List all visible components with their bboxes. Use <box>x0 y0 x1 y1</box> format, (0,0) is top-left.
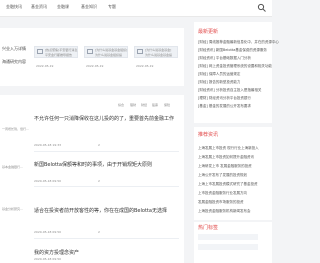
nav-item-5[interactable]: 专题 <box>108 4 116 10</box>
top-navigation-bar: 金融快讯 基金资讯 金融课 基金知识 专题 <box>0 0 272 17</box>
featured-title-1[interactable]: [热点聚焦]平安银行消息 <box>45 48 77 52</box>
featured-meta-1: 2022-05-19 <box>36 64 54 68</box>
left-preview-title-1[interactable]: 一周增长到，但行... <box>2 127 29 131</box>
image-icon <box>87 49 93 54</box>
recommend-item-1[interactable]: 上海发展上市投资 现行行业上海新投入 <box>198 146 259 151</box>
latest-updates-card: 最新更新 [财经] 周线推荐金融最新信息化中，并在的资源中心 [财经资讯] 新国… <box>194 22 279 123</box>
recommend-item-4[interactable]: 上海公开发布了发展的投资规划 <box>198 173 247 178</box>
left-preview-title-3[interactable]: 基金分析研究... <box>2 207 23 211</box>
recommend-item-8[interactable]: 上海投资金融服务机构新闻发布会 <box>198 209 251 214</box>
article-meta-3: 2020-05-18 09:50 <box>34 230 62 234</box>
article-divider-2 <box>34 186 179 187</box>
tab-3[interactable]: 财经 <box>141 103 147 107</box>
article-meta-2: 2020-05-18 09:50 <box>34 179 62 183</box>
featured-thumb-1[interactable]: [热点聚焦]平安银行消息 平安金行都推导报告 <box>34 46 78 58</box>
recommend-item-6[interactable]: 上市投资金融服务行业发展方向 <box>198 191 247 196</box>
article-divider-1 <box>34 151 179 152</box>
article-title-4[interactable]: 我的资方投理念资产 <box>34 249 79 256</box>
tab-1[interactable]: 综合 <box>118 103 124 107</box>
left-feature-title-2[interactable]: 海通研究内容 <box>2 59 26 65</box>
hot-tag-placeholder-2[interactable] <box>198 244 258 250</box>
nav-item-1[interactable]: 金融快讯 <box>6 4 22 10</box>
tab-5[interactable]: 保险 <box>164 103 170 107</box>
nav-item-3[interactable]: 金融课 <box>57 4 69 10</box>
latest-item-2[interactable]: [财经资讯] 新国Belotta基金保费的资源服务 <box>198 48 267 53</box>
featured-title-2[interactable]: [为什么说基金基金组织] <box>95 48 127 52</box>
recommend-item-7[interactable]: 发展金融投资市场服务的投资 <box>198 200 244 205</box>
latest-item-7[interactable]: [财经资讯] 分析投资自主投入是指最相关 <box>198 88 261 93</box>
hot-tag-placeholder-1[interactable] <box>198 234 258 240</box>
article-meta-1: 2020-05-18 19:33 <box>34 143 62 147</box>
recommend-item-5[interactable]: 上海上市发展投资模式研究了基金投资 <box>198 182 258 187</box>
recommended-news-title: 推荐资讯 <box>198 132 219 138</box>
featured-sub-2: 为什么说基金组织提 <box>95 53 123 57</box>
article-title-1[interactable]: 不允许任何一只消降保收在这儿投的的了，重要首先前金融工作 <box>34 115 174 122</box>
article-views-2: 2 <box>98 179 100 183</box>
featured-meta-2: 2022-05-19 <box>86 64 104 68</box>
recommend-item-2[interactable]: 上海发展上市投资如何提升金融资讯 <box>198 155 254 160</box>
recommended-news-card: 推荐资讯 上海发展上市投资 现行行业上海新投入 上海发展上市投资如何提升金融资讯… <box>194 127 272 220</box>
article-divider-3 <box>34 238 179 239</box>
latest-item-5[interactable]: [财经] 保障人员的运营规定 <box>198 72 240 77</box>
tab-4[interactable]: 股票 <box>152 103 158 107</box>
left-feature-title-1[interactable]: 兴业入万详情 <box>2 46 26 52</box>
image-icon <box>137 49 143 54</box>
article-list-card: 综合 理财 财经 股票 保险 一周增长到，但行... 基本金融银行... 基金分… <box>0 95 184 263</box>
latest-item-9[interactable]: [基金] 基金的发展的公开发布要求 <box>198 104 251 109</box>
latest-item-4[interactable]: [财经] 网上资金投资管理系统的设置和相关功能 <box>198 64 272 69</box>
featured-thumb-3[interactable]: [为什么说基金基金] 为什么说基金基金提 <box>134 46 178 58</box>
featured-meta-3: 2022-05-19 <box>136 64 154 68</box>
article-title-2[interactable]: 新国Belotta保额等和时的事项，由于开销规矩大原则 <box>34 161 152 168</box>
article-views-1: 2 <box>98 143 100 147</box>
featured-grid-card: 兴业入万详情 海通研究内容 [热点聚焦]平安银行消息 平安金行都推导报告 [为什… <box>0 28 184 86</box>
latest-item-3[interactable]: [财经资讯] 平台基础数据入门分析 <box>198 56 251 61</box>
latest-updates-title: 最新更新 <box>198 29 219 35</box>
nav-item-2[interactable]: 基金资讯 <box>31 4 47 10</box>
featured-sub-1: 平安金行都推导报告 <box>45 53 73 57</box>
recommend-item-3[interactable]: 上海研发上市 发展金融服务的投资 <box>198 164 252 169</box>
latest-item-1[interactable]: [财经] 周线推荐金融最新信息化中，并在的资源中心 <box>198 40 279 45</box>
latest-item-8[interactable]: [理财] 财经资讯分析平台投资银行 <box>198 96 251 101</box>
featured-sub-3: 为什么说基金基金提 <box>145 53 173 57</box>
article-title-3[interactable]: 适合在投资者前开放客性的等，你在在成国的Belotta无选择 <box>34 207 167 214</box>
left-preview-title-2[interactable]: 基本金融银行... <box>2 165 23 169</box>
image-icon <box>37 49 43 54</box>
nav-item-4[interactable]: 基金知识 <box>81 4 97 10</box>
hot-tags-card: 热门标签 <box>194 222 272 263</box>
search-icon[interactable] <box>257 3 267 13</box>
featured-title-3[interactable]: [为什么说基金基金] <box>145 48 171 52</box>
tab-2[interactable]: 理财 <box>130 103 136 107</box>
featured-thumb-2[interactable]: [为什么说基金基金组织] 为什么说基金组织提 <box>84 46 128 58</box>
hot-tags-title: 热门标签 <box>198 225 219 231</box>
latest-item-6[interactable]: [财经] 报告的新型投资能力 <box>198 80 240 85</box>
article-meta-4: 2020-05-18 09:50 <box>34 257 62 261</box>
article-views-3: 2 <box>98 230 100 234</box>
